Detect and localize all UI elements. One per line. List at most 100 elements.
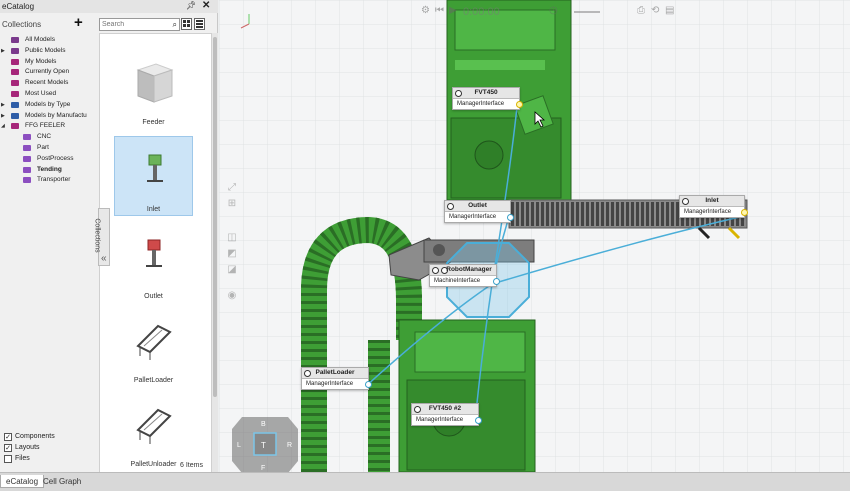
settings-icon[interactable]: ⚙ <box>421 5 430 16</box>
tree-item[interactable]: ▶ Models by Type <box>0 100 96 111</box>
tree-item[interactable]: Transporter <box>0 175 96 186</box>
tree-item[interactable]: All Models <box>0 35 96 46</box>
tree-item[interactable]: PostProcess <box>0 154 96 165</box>
node-port[interactable]: ManagerInterface <box>445 212 514 222</box>
fit-view-icon[interactable]: ⤢ <box>225 182 239 196</box>
node-name: FVT450 #2 <box>428 405 462 412</box>
catalog-item-palletloader[interactable]: PalletLoader <box>114 306 193 386</box>
conveyor-roller <box>561 202 564 226</box>
expander-icon[interactable]: ▶ <box>1 100 5 111</box>
render-mode-icon[interactable]: ◉ <box>225 290 239 304</box>
stats-icon[interactable]: ▤ <box>665 5 674 16</box>
conveyor-roller <box>576 202 579 226</box>
catalog-item-outlet[interactable]: Outlet <box>114 222 193 302</box>
node-robotmanager[interactable]: RobotManager MachineInterface <box>429 264 500 287</box>
navigation-cube[interactable]: B L T R F <box>232 415 298 472</box>
node-name: Outlet <box>468 202 487 209</box>
record-icon[interactable]: ⎙ <box>637 5 645 16</box>
catalog-item-palletunloader[interactable]: PalletUnloader <box>114 390 193 470</box>
tree-item-label: Models by Manufactu <box>25 111 87 119</box>
tree-item[interactable]: Tending <box>0 165 96 176</box>
tree-item[interactable]: Currently Open <box>0 67 96 78</box>
panel-titlebar: eCatalog 📌︎ ✕ <box>0 0 218 13</box>
3d-viewport[interactable]: ⚙ ⏮ ▶ 0:00:00 ◷ ⎙ ⟲ ▤ ⤢ ⊞ ◫ ◩ ◪ ◉ FVT450… <box>219 0 850 472</box>
tree-item[interactable]: ◢ FFG FEELER <box>0 121 96 132</box>
search-icon[interactable]: ⌕ <box>173 20 177 30</box>
port-connector[interactable] <box>507 214 514 221</box>
conveyor-roller <box>546 202 549 226</box>
node-inlet[interactable]: Inlet ManagerInterface <box>679 195 748 218</box>
item-count: 6 Items <box>180 462 203 469</box>
conveyor-roller <box>611 202 614 226</box>
expander-icon[interactable]: ▶ <box>1 111 5 122</box>
tree-item[interactable]: ▶ Models by Manufactu <box>0 111 96 122</box>
snap-icon[interactable]: ◪ <box>225 264 239 278</box>
speed-slider[interactable] <box>574 11 600 13</box>
search-input[interactable] <box>100 19 168 30</box>
conveyor-roller <box>551 202 554 226</box>
port-connector[interactable] <box>365 381 372 388</box>
folder-icon <box>11 58 19 65</box>
port-connector[interactable] <box>741 209 748 216</box>
node-name: PalletLoader <box>315 369 355 376</box>
select-icon[interactable]: ◩ <box>225 248 239 262</box>
tree-item[interactable]: Most Used <box>0 89 96 100</box>
node-header: FVT450 <box>453 88 519 99</box>
node-outlet[interactable]: Outlet ManagerInterface <box>444 200 514 223</box>
tree-item[interactable]: Recent Models <box>0 78 96 89</box>
port-label: ManagerInterface <box>684 209 732 215</box>
grid-view-icon[interactable] <box>181 18 192 30</box>
node-port[interactable]: ManagerInterface <box>453 99 523 109</box>
node-port[interactable]: ManagerInterface <box>302 379 372 389</box>
nav-center-label[interactable]: T <box>261 441 266 450</box>
tree-item[interactable]: Part <box>0 143 96 154</box>
catalog-item-inlet[interactable]: Inlet <box>114 136 193 216</box>
scrollbar-thumb[interactable] <box>213 37 217 397</box>
tree-item[interactable]: My Models <box>0 57 96 68</box>
node-header: Outlet <box>445 201 510 212</box>
conveyor-roller <box>636 202 639 226</box>
node-fvt450-2[interactable]: FVT450 #2 ManagerInterface <box>411 403 482 426</box>
tab-cell-graph[interactable]: Cell Graph <box>38 475 86 488</box>
port-connector[interactable] <box>493 278 500 285</box>
checkbox-box[interactable] <box>4 455 12 463</box>
conveyor-roller <box>516 202 519 226</box>
zoom-icon[interactable]: ⊞ <box>225 198 239 212</box>
play-icon[interactable]: ▶ <box>449 5 457 16</box>
speed-icon[interactable]: ◷ <box>549 5 558 16</box>
tree-item-label: Part <box>37 143 49 151</box>
port-connector[interactable] <box>475 417 482 424</box>
fvt450-2-machine[interactable] <box>398 319 536 472</box>
expander-icon[interactable]: ▶ <box>1 46 5 57</box>
node-port[interactable]: ManagerInterface <box>680 207 748 217</box>
port-connector[interactable] <box>516 101 523 108</box>
tree-item-label: Models by Type <box>25 100 71 108</box>
node-port[interactable]: MachineInterface <box>430 276 500 286</box>
add-collection-button[interactable]: + <box>74 14 83 31</box>
reset-view-icon[interactable]: ⟲ <box>651 5 659 16</box>
node-port[interactable]: ManagerInterface <box>412 415 482 425</box>
expander-icon[interactable]: ◢ <box>1 121 5 132</box>
catalog-scrollbar[interactable] <box>212 33 218 473</box>
search-box[interactable]: ⌕ <box>99 18 180 31</box>
collapse-chevron-icon[interactable]: « <box>101 253 107 264</box>
nav-bottom-label[interactable]: F <box>261 465 265 472</box>
node-palletloader[interactable]: PalletLoader ManagerInterface <box>301 367 372 390</box>
tree-item[interactable]: ▶ Public Models <box>0 46 96 57</box>
catalog-item-feeder[interactable]: Feeder <box>114 48 193 128</box>
close-icon[interactable]: ✕ <box>202 0 210 11</box>
list-view-icon[interactable] <box>194 18 205 30</box>
camera-icon[interactable]: ◫ <box>225 232 239 246</box>
nav-left-label[interactable]: L <box>237 442 241 449</box>
tree-item-label: CNC <box>37 133 52 141</box>
checkbox-label: Components <box>15 433 55 440</box>
nav-right-label[interactable]: R <box>287 442 292 449</box>
pin-icon[interactable]: 📌︎ <box>186 1 196 10</box>
node-fvt450[interactable]: FVT450 ManagerInterface <box>452 87 523 110</box>
models-icon <box>11 101 19 108</box>
reset-icon[interactable]: ⏮ <box>435 5 444 16</box>
checkbox-box[interactable]: ✓ <box>4 433 12 441</box>
tree-item[interactable]: CNC <box>0 132 96 143</box>
checkbox-box[interactable]: ✓ <box>4 444 12 452</box>
nav-top-label[interactable]: B <box>261 421 266 428</box>
